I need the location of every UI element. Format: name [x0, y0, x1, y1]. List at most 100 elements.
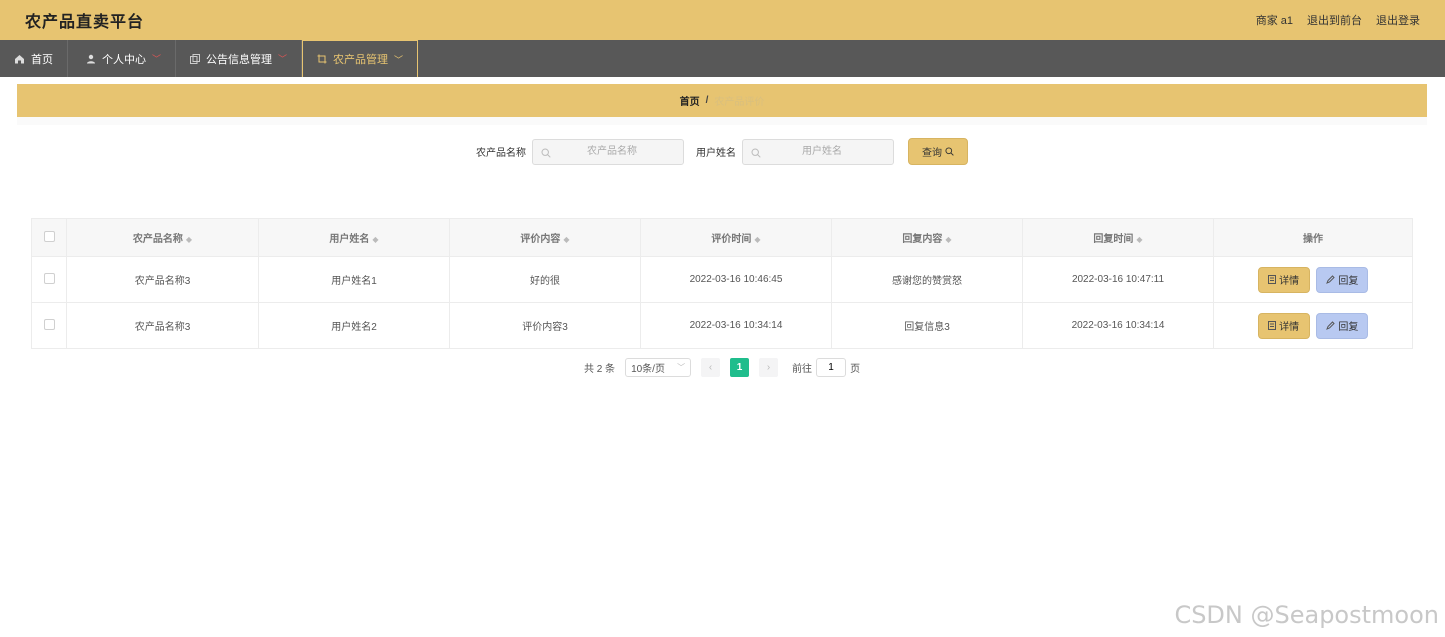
- pagination: 共 2 条 10条/页 ﹀ ‹ 1 › 前往 页: [17, 358, 1427, 377]
- reply-button-label: 回复: [1338, 322, 1359, 333]
- page-number-current[interactable]: 1: [730, 358, 750, 377]
- column-header-label: 操作: [1303, 234, 1323, 245]
- app-title: 农产品直卖平台: [25, 14, 145, 31]
- cell-product: 农产品名称3: [66, 256, 259, 303]
- content-area: 首页 / 农产品评价 农产品名称 用户姓名 查询: [17, 84, 1427, 390]
- cell-time: 2022-03-16 10:34:14: [640, 302, 832, 349]
- reply-button[interactable]: 回复: [1316, 266, 1369, 293]
- copy-icon: [190, 53, 201, 64]
- sort-icon[interactable]: ◆: [945, 235, 951, 244]
- select-all-cell: [31, 218, 67, 257]
- table-header-row: 农产品名称 ◆ 用户姓名 ◆ 评价内容 ◆ 评价时间 ◆ 回复内容 ◆ 回复时间 ◆ 操作: [31, 218, 1413, 257]
- page-size-select[interactable]: 10条/页 ﹀: [625, 358, 692, 377]
- watermark: CSDN @Seapostmoon: [1174, 601, 1439, 629]
- sort-icon[interactable]: ◆: [186, 235, 192, 244]
- document-icon: [1268, 321, 1277, 330]
- crop-icon: [317, 54, 327, 64]
- reply-button[interactable]: 回复: [1316, 312, 1369, 339]
- nav-personal-center[interactable]: 个人中心 ﹀: [68, 40, 177, 77]
- table-row: 农产品名称3 用户姓名1 好的很 2022-03-16 10:46:45 感谢您…: [31, 256, 1413, 303]
- page-unit-label: 页: [850, 364, 861, 375]
- product-name-field: [532, 138, 684, 165]
- breadcrumb-home[interactable]: 首页: [680, 93, 700, 108]
- cell-reply-time: 2022-03-16 10:47:11: [1022, 256, 1214, 303]
- nav-home-label: 首页: [31, 53, 53, 66]
- column-header[interactable]: 评价内容 ◆: [449, 218, 641, 257]
- nav-personal-center-label: 个人中心: [102, 53, 146, 66]
- select-all-checkbox[interactable]: [43, 230, 55, 242]
- column-header-label: 评价时间: [711, 234, 752, 245]
- sort-icon[interactable]: ◆: [372, 235, 378, 244]
- product-name-label: 农产品名称: [476, 148, 526, 159]
- cell-reply-time: 2022-03-16 10:34:14: [1022, 302, 1214, 349]
- nav-notice-management-label: 公告信息管理: [206, 53, 273, 66]
- current-user: 商家 a1: [1255, 15, 1293, 27]
- nav-product-management-label: 农产品管理: [333, 54, 389, 66]
- search-icon: [945, 147, 954, 156]
- column-header-label: 回复时间: [1093, 234, 1134, 245]
- chevron-down-icon: ﹀: [677, 363, 686, 372]
- review-table: 农产品名称 ◆ 用户姓名 ◆ 评价内容 ◆ 评价时间 ◆ 回复内容 ◆ 回复时间 ◆ 操作 …: [31, 218, 1413, 349]
- cell-time: 2022-03-16 10:46:45: [640, 256, 832, 303]
- header-user-area: 商家 a1 退出到前台 退出登录: [1256, 12, 1420, 28]
- column-header[interactable]: 用户姓名 ◆: [258, 218, 450, 257]
- next-page-button[interactable]: ›: [759, 358, 779, 377]
- column-header[interactable]: 回复时间 ◆: [1022, 218, 1214, 257]
- goto-label: 前往: [792, 364, 813, 375]
- cell-actions: 详情 回复: [1213, 302, 1413, 349]
- column-header-label: 用户姓名: [329, 234, 370, 245]
- search-icon: [541, 147, 551, 158]
- column-header-label: 评价内容: [520, 234, 561, 245]
- page-goto: 前往 页: [792, 358, 860, 377]
- document-icon: [1268, 275, 1277, 284]
- edit-icon: [1326, 321, 1336, 330]
- sort-icon[interactable]: ◆: [563, 235, 569, 244]
- cell-user: 用户姓名2: [258, 302, 450, 349]
- detail-button[interactable]: 详情: [1257, 266, 1310, 293]
- edit-icon: [1326, 275, 1336, 284]
- reply-button-label: 回复: [1338, 276, 1359, 287]
- table-row: 农产品名称3 用户姓名2 评价内容3 2022-03-16 10:34:14 回…: [31, 302, 1413, 349]
- cell-product: 农产品名称3: [66, 302, 259, 349]
- column-header[interactable]: 评价时间 ◆: [640, 218, 832, 257]
- breadcrumb-current: 农产品评价: [714, 97, 765, 108]
- user-name-input[interactable]: [751, 145, 893, 158]
- detail-button[interactable]: 详情: [1257, 312, 1310, 339]
- product-name-input[interactable]: [541, 145, 683, 158]
- logout-link[interactable]: 退出登录: [1376, 12, 1420, 28]
- main-nav: 首页 个人中心 ﹀ 公告信息管理 ﹀ 农产品管理 ﹀: [0, 40, 1445, 77]
- cell-reply: 感谢您的赞赏怒: [831, 256, 1023, 303]
- column-header-label: 回复内容: [902, 234, 943, 245]
- sort-icon[interactable]: ◆: [754, 235, 760, 244]
- row-checkbox[interactable]: [43, 272, 55, 284]
- detail-button-label: 详情: [1279, 276, 1300, 287]
- user-name-field: [742, 138, 894, 165]
- chevron-down-icon: ﹀: [394, 54, 404, 65]
- search-icon: [751, 147, 761, 158]
- page-size-value: 10条/页: [631, 364, 665, 375]
- column-header[interactable]: 农产品名称 ◆: [66, 218, 259, 257]
- column-header: 操作: [1213, 218, 1413, 257]
- query-button-label: 查询: [922, 148, 942, 159]
- row-select-cell: [31, 256, 67, 303]
- column-header[interactable]: 回复内容 ◆: [831, 218, 1023, 257]
- query-button[interactable]: 查询: [908, 138, 968, 165]
- detail-button-label: 详情: [1279, 322, 1300, 333]
- nav-product-management[interactable]: 农产品管理 ﹀: [302, 40, 419, 77]
- nav-notice-management[interactable]: 公告信息管理 ﹀: [176, 40, 303, 77]
- home-icon: [15, 54, 24, 63]
- search-bar: 农产品名称 用户姓名 查询: [17, 138, 1427, 165]
- nav-home[interactable]: 首页: [0, 40, 68, 77]
- cell-user: 用户姓名1: [258, 256, 450, 303]
- prev-page-button[interactable]: ‹: [701, 358, 721, 377]
- cell-content: 好的很: [449, 256, 641, 303]
- cell-actions: 详情 回复: [1213, 256, 1413, 303]
- cell-reply: 回复信息3: [831, 302, 1023, 349]
- back-to-front-link[interactable]: 退出到前台: [1307, 12, 1362, 28]
- row-checkbox[interactable]: [43, 318, 55, 330]
- breadcrumb: 首页 / 农产品评价: [17, 84, 1427, 117]
- sort-icon[interactable]: ◆: [1136, 235, 1142, 244]
- chevron-down-icon: ﹀: [278, 54, 288, 64]
- goto-page-input[interactable]: [816, 358, 847, 377]
- chevron-down-icon: ﹀: [152, 54, 162, 64]
